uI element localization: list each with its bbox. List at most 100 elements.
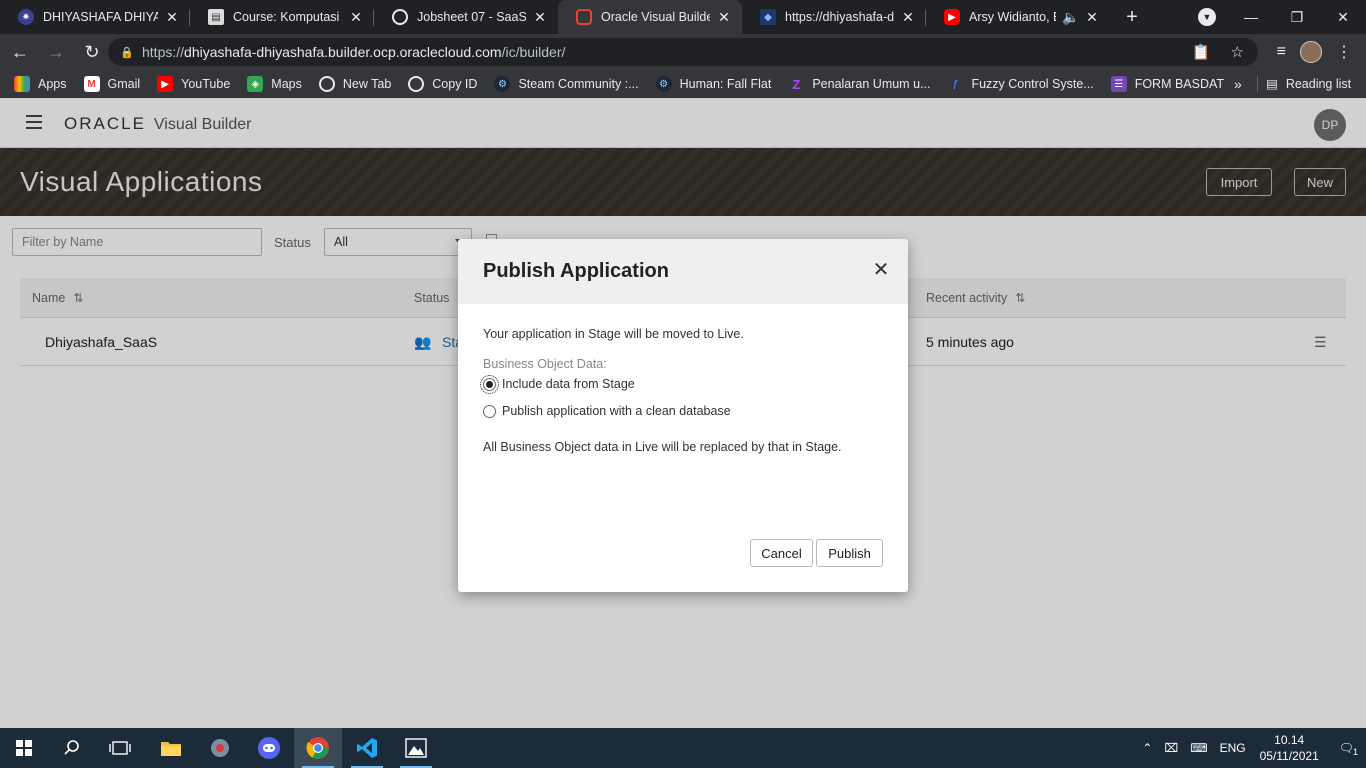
publish-application-dialog: Publish Application ✕ Your application i… [458, 239, 908, 592]
clipboard-icon[interactable]: 📋 [1192, 43, 1211, 61]
menu-kebab-icon[interactable]: ⋮ [1336, 42, 1352, 62]
bookmarks-overflow-icon[interactable]: » [1234, 76, 1242, 92]
search-icon[interactable] [48, 728, 96, 768]
tab-dhiyashafa[interactable]: ✷ DHIYASHAFA DHIYASHAFA ✕ [0, 0, 190, 34]
bookmarks-divider [1257, 76, 1258, 92]
bookmark-maps[interactable]: ◈ Maps [247, 76, 302, 92]
notification-count: 1 [1352, 747, 1358, 757]
tab-arsy-widianto[interactable]: ▶ Arsy Widianto, Brisia 🔈 ✕ [926, 0, 1110, 34]
bookmark-penalaran-umum[interactable]: Z Penalaran Umum u... [788, 76, 930, 92]
forward-arrow-icon[interactable]: → [40, 36, 72, 68]
game-app-icon[interactable] [196, 728, 244, 768]
media-control-icon[interactable]: ≡ [1277, 43, 1286, 61]
reading-list-button[interactable]: ▤ Reading list [1266, 76, 1352, 92]
bookmark-steam-community[interactable]: ⚙ Steam Community :... [494, 76, 639, 92]
include-data-option[interactable]: Include data from Stage [480, 374, 635, 394]
bookmark-label: FORM BASDAT [1134, 77, 1225, 91]
close-tab-icon[interactable]: ✕ [532, 9, 548, 26]
speaker-icon[interactable]: 🔈 [1062, 9, 1079, 26]
close-tab-icon[interactable]: ✕ [1084, 9, 1100, 26]
bookmark-gmail[interactable]: M Gmail [83, 76, 141, 92]
moodle-icon: ▤ [208, 9, 224, 25]
browser-tab-strip: ✷ DHIYASHAFA DHIYASHAFA ✕ ▤ Course: Komp… [0, 0, 1366, 34]
forms-icon: ☰ [1110, 76, 1127, 92]
language-indicator[interactable]: ENG [1220, 741, 1246, 755]
bookmark-form-basdat[interactable]: ☰ FORM BASDAT [1110, 76, 1225, 92]
tab-dhiyashafa-url[interactable]: ◆ https://dhiyashafa-dhiyashafa ✕ [742, 0, 926, 34]
zenius-icon: Z [792, 76, 801, 92]
cancel-button[interactable]: Cancel [750, 539, 813, 567]
tab-oracle-visual-builder[interactable]: Oracle Visual Builder ✕ [558, 0, 742, 34]
task-view-icon[interactable] [96, 728, 144, 768]
bookmark-human-fall-flat[interactable]: ⚙ Human: Fall Flat [655, 76, 772, 92]
youtube-icon: ▶ [157, 76, 174, 92]
globe-icon [392, 9, 408, 25]
bookmark-label: Steam Community :... [518, 77, 639, 91]
maps-icon: ◈ [247, 76, 264, 92]
bookmark-copy-id[interactable]: Copy ID [408, 76, 477, 92]
bookmark-label: Apps [38, 77, 67, 91]
tab-title: https://dhiyashafa-dhiyashafa [785, 10, 894, 24]
close-icon[interactable]: ✕ [872, 260, 890, 280]
fuzzy-icon: ƒ [952, 78, 959, 90]
bookmark-new-tab[interactable]: New Tab [318, 76, 391, 92]
network-icon[interactable]: ⌧ [1164, 741, 1178, 755]
file-explorer-icon[interactable] [147, 728, 195, 768]
close-window-icon[interactable]: ✕ [1320, 0, 1366, 34]
gmail-icon: M [83, 76, 100, 92]
bookmark-star-icon[interactable]: ☆ [1231, 43, 1244, 61]
include-data-radio[interactable] [480, 374, 499, 394]
publish-button[interactable]: Publish [816, 539, 883, 567]
close-tab-icon[interactable]: ✕ [716, 9, 732, 26]
clean-database-radio[interactable] [483, 404, 496, 418]
chrome-icon[interactable] [294, 728, 342, 768]
bookmark-fuzzy-control[interactable]: ƒ Fuzzy Control Syste... [947, 76, 1094, 92]
keyboard-icon[interactable]: ⌨ [1190, 741, 1207, 755]
university-icon: ✷ [18, 9, 34, 25]
new-tab-plus-icon[interactable]: + [1118, 3, 1146, 31]
dialog-intro-text: Your application in Stage will be moved … [483, 327, 744, 341]
restore-icon[interactable]: ❐ [1274, 0, 1320, 34]
minimize-icon[interactable]: — [1228, 0, 1274, 34]
business-object-data-label: Business Object Data: [483, 357, 607, 371]
include-data-label: Include data from Stage [502, 377, 635, 391]
clean-database-option[interactable]: Publish application with a clean databas… [483, 404, 731, 418]
back-arrow-icon[interactable]: ← [4, 36, 36, 68]
profile-avatar[interactable] [1300, 41, 1322, 63]
windows-start-icon[interactable] [0, 728, 48, 768]
tab-title: Jobsheet 07 - SaaS.pdf [417, 10, 526, 24]
dialog-header: Publish Application ✕ [458, 239, 908, 304]
vscode-icon[interactable] [343, 728, 391, 768]
close-tab-icon[interactable]: ✕ [164, 9, 180, 26]
bookmark-youtube[interactable]: ▶ YouTube [157, 76, 230, 92]
photos-icon[interactable] [392, 728, 440, 768]
bookmarks-bar: Apps M Gmail ▶ YouTube ◈ Maps New Tab Copy … [0, 70, 1366, 98]
tab-search-icon[interactable]: ▼ [1198, 8, 1216, 26]
reading-list-label: Reading list [1285, 76, 1352, 91]
bookmark-label: Maps [271, 77, 302, 91]
steam-icon: ⚙ [655, 76, 672, 92]
bookmark-label: Gmail [107, 77, 141, 91]
close-tab-icon[interactable]: ✕ [900, 9, 916, 26]
close-tab-icon[interactable]: ✕ [348, 9, 364, 26]
lock-icon: 🔒 [120, 46, 134, 59]
bookmark-label: Human: Fall Flat [679, 77, 772, 91]
address-bar[interactable]: 🔒 https://dhiyashafa-dhiyashafa.builder.… [108, 38, 1258, 66]
reading-list-icon: ▤ [1266, 77, 1278, 91]
dialog-title: Publish Application [483, 260, 669, 282]
apps-grid-icon [14, 76, 30, 92]
steam-icon: ⚙ [494, 76, 511, 92]
notification-icon[interactable]: 🗨 1 [1339, 741, 1358, 757]
bookmark-label: YouTube [181, 77, 231, 91]
windows-taskbar: ⌃ ⌧ ⌨ ENG 10.14 05/11/2021 🗨 1 [0, 728, 1366, 768]
chevron-up-icon[interactable]: ⌃ [1142, 741, 1152, 755]
tab-course[interactable]: ▤ Course: Komputasi Awan ✕ [190, 0, 374, 34]
clock-time: 10.14 [1274, 733, 1305, 747]
bookmark-apps[interactable]: Apps [14, 76, 67, 92]
clock[interactable]: 10.14 05/11/2021 [1260, 732, 1319, 764]
tab-jobsheet[interactable]: Jobsheet 07 - SaaS.pdf ✕ [374, 0, 558, 34]
tab-title: Oracle Visual Builder [601, 10, 710, 24]
browser-toolbar: ← → ↻ 🔒 https://dhiyashafa-dhiyashafa.bu… [0, 34, 1366, 70]
discord-icon[interactable] [245, 728, 293, 768]
reload-icon[interactable]: ↻ [76, 36, 108, 68]
